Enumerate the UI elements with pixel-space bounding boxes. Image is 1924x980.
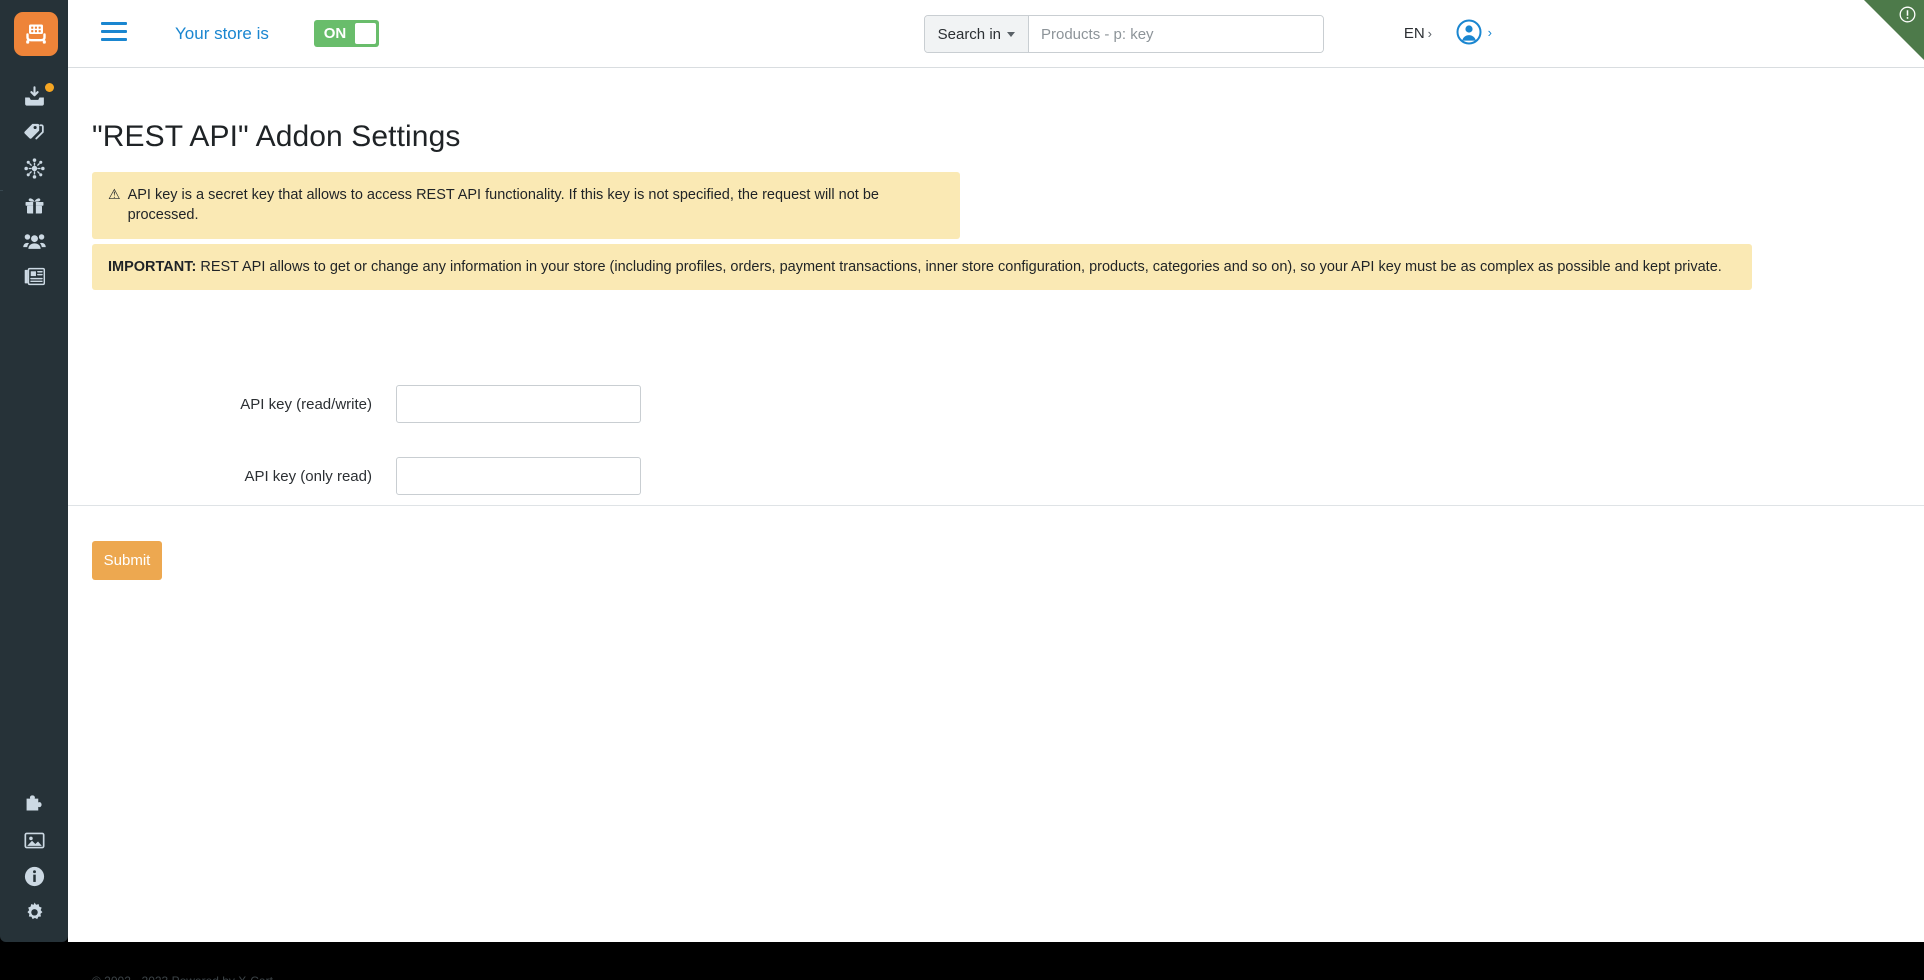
account-menu[interactable]: › <box>1456 19 1492 45</box>
api-key-read-write-label: API key (read/write) <box>240 395 372 413</box>
sidebar-item-marketing[interactable] <box>0 150 68 186</box>
api-key-only-read-label: API key (only read) <box>244 467 372 485</box>
sidebar-secondary-nav <box>0 786 68 930</box>
footer-copyright: © 2002 - 2023 Powered by X-Cart <box>92 974 273 980</box>
main-content: "REST API" Addon Settings ⚠ API key is a… <box>68 68 1924 980</box>
sidebar <box>0 0 68 942</box>
search-input[interactable] <box>1029 16 1323 52</box>
sidebar-item-orders[interactable] <box>0 78 68 114</box>
sidebar-item-info[interactable] <box>0 858 68 894</box>
exclamation-circle-icon[interactable] <box>1899 6 1916 28</box>
user-avatar-icon <box>1456 19 1482 45</box>
api-key-read-write-input[interactable] <box>396 385 641 423</box>
page-title: "REST API" Addon Settings <box>92 120 461 154</box>
sidebar-item-content[interactable] <box>0 822 68 858</box>
search-scope-label: Search in <box>937 25 1001 43</box>
sidebar-item-promotions[interactable] <box>0 186 68 222</box>
chevron-down-icon <box>1007 31 1015 37</box>
form-row-api-key-read-write: API key (read/write) <box>68 385 688 423</box>
sidebar-item-news[interactable] <box>0 258 68 294</box>
warning-triangle-icon: ⚠ <box>108 186 121 202</box>
sidebar-item-catalog[interactable] <box>0 114 68 150</box>
hamburger-menu-icon[interactable] <box>101 22 127 42</box>
important-notice-text: REST API allows to get or change any inf… <box>196 259 1722 275</box>
search-bar: Search in <box>923 15 1324 53</box>
chevron-right-icon: › <box>1427 26 1432 41</box>
xcart-logo-icon[interactable] <box>14 12 58 56</box>
submit-button[interactable]: Submit <box>92 541 162 580</box>
warning-notice: ⚠ API key is a secret key that allows to… <box>92 172 960 239</box>
language-switcher[interactable]: EN › <box>1404 0 1432 68</box>
top-header: Your store is ON Search in EN› › <box>68 0 1924 68</box>
chevron-right-icon: › <box>1487 24 1492 40</box>
sidebar-item-settings[interactable] <box>0 894 68 930</box>
sidebar-primary-nav <box>0 78 68 294</box>
sidebar-item-users[interactable] <box>0 222 68 258</box>
form-divider <box>68 505 1924 506</box>
app-root: Your store is ON Search in EN› › <box>0 0 1924 980</box>
store-toggle-state-label: ON <box>323 25 347 42</box>
orders-badge-dot <box>45 83 54 92</box>
store-status-label[interactable]: Your store is <box>175 0 269 68</box>
toggle-knob <box>355 23 376 44</box>
warning-notice-text: API key is a secret key that allows to a… <box>127 187 879 224</box>
form-row-api-key-only-read: API key (only read) <box>68 457 688 495</box>
search-scope-dropdown[interactable]: Search in <box>924 16 1029 52</box>
language-label: EN <box>1403 25 1425 42</box>
store-on-off-toggle[interactable]: ON <box>314 20 379 47</box>
sidebar-item-addons[interactable] <box>0 786 68 822</box>
api-key-only-read-input[interactable] <box>396 457 641 495</box>
corner-ribbon <box>1864 0 1924 60</box>
important-notice-prefix: IMPORTANT: <box>108 259 197 275</box>
important-notice: IMPORTANT: REST API allows to get or cha… <box>92 244 1752 291</box>
